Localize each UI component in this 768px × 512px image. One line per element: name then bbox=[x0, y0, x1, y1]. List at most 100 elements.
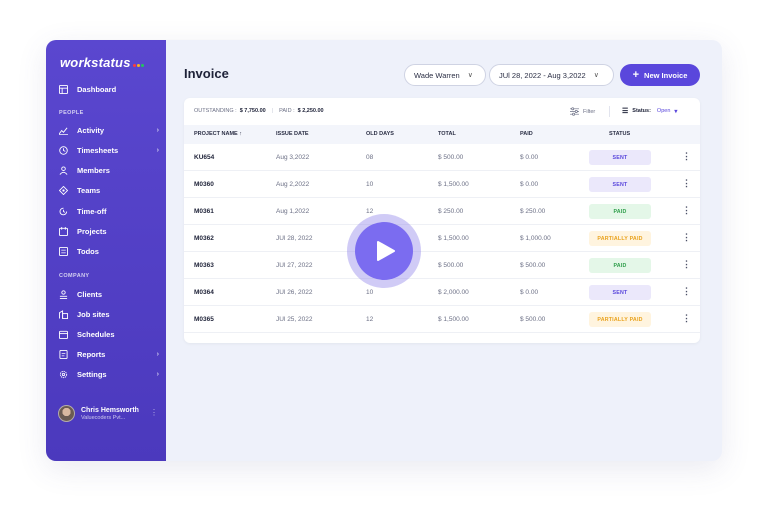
date-range-value: JUl 28, 2022 - Aug 3,2022 bbox=[499, 70, 586, 80]
more-vertical-icon[interactable]: ⋮ bbox=[682, 206, 691, 215]
cell-issue-date: Aug 1,2022 bbox=[276, 208, 310, 215]
new-invoice-label: New Invoice bbox=[644, 70, 688, 80]
more-vertical-icon[interactable]: ⋮ bbox=[682, 179, 691, 188]
summary-bar: OUTSTANDING : $ 7,750.00 | PAID : $ 2,25… bbox=[194, 108, 324, 114]
paid-value: $ 2,250.00 bbox=[297, 108, 324, 114]
sidebar-item-label: Time-off bbox=[77, 206, 107, 216]
table-row[interactable]: KU654 Aug 3,2022 08 $ 500.00 $ 0.00 SENT ⋮ bbox=[184, 144, 700, 171]
main-content: Invoice Wade Warren ∨ JUl 28, 2022 - Aug… bbox=[166, 40, 722, 461]
cell-project[interactable]: M0365 bbox=[194, 316, 214, 323]
status-value: Open bbox=[656, 108, 671, 114]
more-vertical-icon[interactable]: ⋮ bbox=[150, 408, 158, 417]
sidebar-item-projects[interactable]: Projects bbox=[59, 224, 159, 240]
sidebar-item-label: Schedules bbox=[77, 329, 115, 339]
cell-project[interactable]: M0361 bbox=[194, 208, 214, 215]
new-invoice-button[interactable]: + New Invoice bbox=[620, 64, 700, 86]
play-icon bbox=[377, 241, 395, 261]
status-badge: PARTIALLY PAID bbox=[589, 312, 651, 327]
table-row[interactable]: M0360 Aug 2,2022 10 $ 1,500.00 $ 0.00 SENT ⋮ bbox=[184, 171, 700, 198]
more-vertical-icon[interactable]: ⋮ bbox=[682, 287, 691, 296]
table-row[interactable]: M0364 JUl 26, 2022 10 $ 2,000.00 $ 0.00 SENT ⋮ bbox=[184, 279, 700, 306]
status-label: Status: bbox=[632, 108, 651, 114]
filter-icon bbox=[570, 107, 579, 116]
avatar bbox=[58, 405, 75, 422]
logo-dots-icon bbox=[132, 55, 145, 70]
cell-paid: $ 250.00 bbox=[520, 208, 546, 215]
sidebar-item-label: Dashboard bbox=[77, 84, 117, 94]
column-header-total[interactable]: TOTAL bbox=[438, 131, 456, 137]
clock-icon bbox=[59, 146, 68, 155]
cell-old-days: 08 bbox=[366, 154, 374, 161]
section-label-company: COMPANY bbox=[59, 273, 90, 279]
chevron-right-icon: › bbox=[156, 371, 159, 379]
member-select-value: Wade Warren bbox=[414, 70, 460, 80]
play-button-core bbox=[355, 222, 413, 280]
date-range-select[interactable]: JUl 28, 2022 - Aug 3,2022 ∨ bbox=[489, 64, 614, 86]
more-vertical-icon[interactable]: ⋮ bbox=[682, 233, 691, 242]
column-header-status[interactable]: STATUS bbox=[609, 131, 630, 137]
status-select[interactable]: ☰ Status: Open ▾ bbox=[622, 107, 677, 115]
sidebar-item-reports[interactable]: Reports › bbox=[59, 347, 159, 363]
sidebar-item-label: Settings bbox=[77, 370, 107, 380]
cell-paid: $ 0.00 bbox=[520, 289, 539, 296]
more-vertical-icon[interactable]: ⋮ bbox=[682, 314, 691, 323]
cell-issue-date: JUl 28, 2022 bbox=[276, 235, 313, 242]
sidebar-item-teams[interactable]: Teams bbox=[59, 183, 159, 199]
column-header-issue-date[interactable]: ISSUE DATE bbox=[276, 131, 309, 137]
sidebar-item-time-off[interactable]: Time-off bbox=[59, 203, 159, 219]
member-select[interactable]: Wade Warren ∨ bbox=[404, 64, 486, 86]
cell-issue-date: JUl 25, 2022 bbox=[276, 316, 313, 323]
table-row[interactable]: M0365 JUl 25, 2022 12 $ 1,500.00 $ 500.00 PAR… bbox=[184, 306, 700, 333]
chevron-right-icon: › bbox=[156, 126, 159, 134]
outstanding-label: OUTSTANDING : bbox=[194, 108, 237, 114]
cell-total: $ 2,000.00 bbox=[438, 289, 469, 296]
user-icon bbox=[59, 166, 68, 175]
user-profile[interactable]: Chris Hemsworth Valuecoders Pvt... ⋮ bbox=[58, 405, 158, 422]
sidebar-item-label: Job sites bbox=[77, 309, 110, 319]
cell-issue-date: JUl 27, 2022 bbox=[276, 262, 313, 269]
cell-project[interactable]: KU654 bbox=[194, 154, 214, 161]
cell-project[interactable]: M0364 bbox=[194, 289, 214, 296]
sidebar: workstatus Dashboard PEOPLE Activity › Tim… bbox=[46, 40, 166, 461]
sidebar-item-members[interactable]: Members bbox=[59, 163, 159, 179]
status-badge: SENT bbox=[589, 150, 651, 165]
table-header: PROJECT NAME ↑ ISSUE DATE OLD DAYS TOTAL… bbox=[184, 125, 700, 144]
sidebar-item-schedules[interactable]: Schedules bbox=[59, 326, 159, 342]
more-vertical-icon[interactable]: ⋮ bbox=[682, 152, 691, 161]
sidebar-item-label: Todos bbox=[77, 247, 99, 257]
cell-project[interactable]: M0360 bbox=[194, 181, 214, 188]
table-row[interactable]: M0362JUl 28, 202210$ 1,500.00$ 1,000.00P… bbox=[184, 225, 700, 252]
clients-icon bbox=[59, 289, 68, 299]
logo[interactable]: workstatus bbox=[60, 55, 145, 70]
user-org: Valuecoders Pvt... bbox=[81, 414, 126, 421]
filter-button[interactable]: Filter bbox=[570, 107, 595, 116]
status-badge: PARTIALLY PAID bbox=[589, 231, 651, 246]
sidebar-item-todos[interactable]: Todos bbox=[59, 244, 159, 260]
sidebar-item-timesheets[interactable]: Timesheets › bbox=[59, 142, 159, 158]
divider bbox=[609, 106, 610, 117]
sidebar-item-label: Reports bbox=[77, 350, 106, 360]
table-row[interactable]: M0363JUl 27, 202212$ 500.00$ 500.00PAID⋮ bbox=[184, 252, 700, 279]
column-header-paid[interactable]: PAID bbox=[520, 131, 533, 137]
filter-label: Filter bbox=[583, 108, 596, 115]
column-header-project[interactable]: PROJECT NAME ↑ bbox=[194, 131, 242, 137]
column-header-old-days[interactable]: OLD DAYS bbox=[366, 131, 394, 137]
cell-project[interactable]: M0362 bbox=[194, 235, 214, 242]
cell-total: $ 1,500.00 bbox=[438, 235, 469, 242]
projects-icon bbox=[59, 227, 68, 236]
dashboard-icon bbox=[59, 84, 68, 94]
cell-project[interactable]: M0363 bbox=[194, 262, 214, 269]
sidebar-item-activity[interactable]: Activity › bbox=[59, 122, 159, 138]
chevron-down-icon: ▾ bbox=[674, 108, 678, 115]
cell-paid: $ 1,000.00 bbox=[520, 235, 551, 242]
sidebar-item-job-sites[interactable]: Job sites bbox=[59, 306, 159, 322]
more-vertical-icon[interactable]: ⋮ bbox=[682, 260, 691, 269]
table-row[interactable]: M0361 Aug 1,2022 12 $ 250.00 $ 250.00 PAID ⋮ bbox=[184, 198, 700, 225]
cell-issue-date: Aug 2,2022 bbox=[276, 181, 310, 188]
status-badge: PAID bbox=[589, 258, 651, 273]
play-button[interactable] bbox=[347, 214, 421, 288]
sidebar-item-settings[interactable]: Settings › bbox=[59, 367, 159, 383]
sidebar-item-dashboard[interactable]: Dashboard bbox=[59, 81, 159, 97]
sidebar-item-clients[interactable]: Clients bbox=[59, 286, 159, 302]
status-badge: PAID bbox=[589, 204, 651, 219]
